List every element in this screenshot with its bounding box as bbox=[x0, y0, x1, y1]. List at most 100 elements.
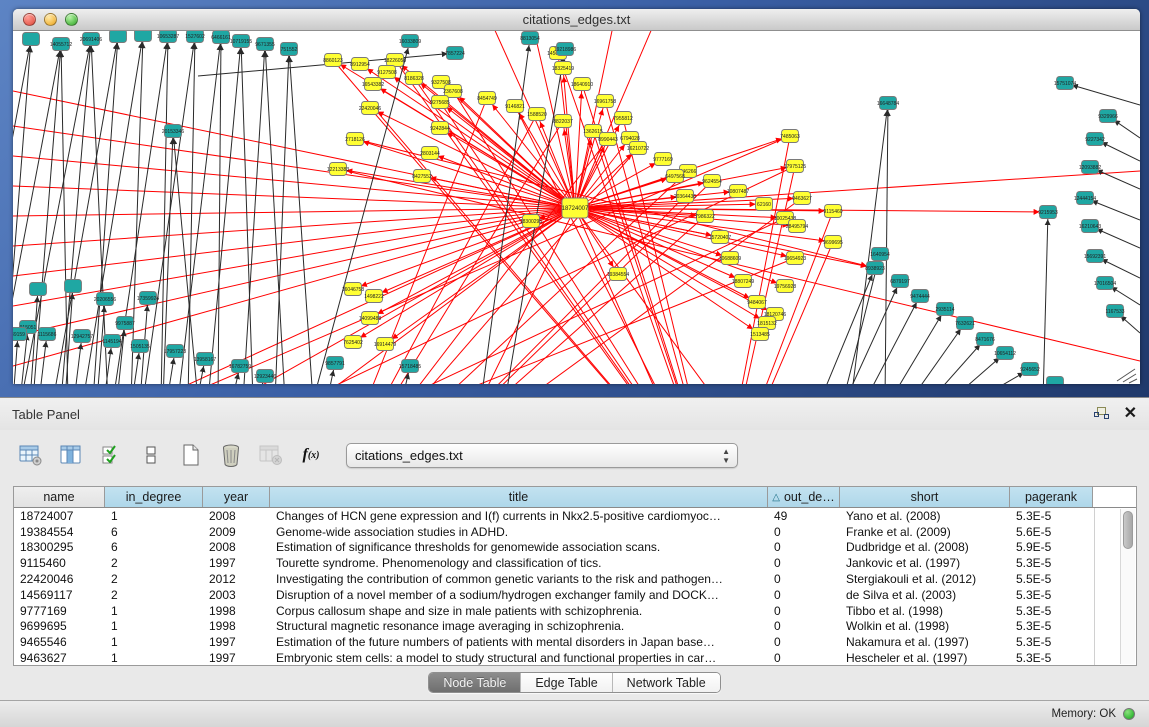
close-window-icon[interactable] bbox=[23, 13, 36, 26]
graph-node[interactable] bbox=[23, 33, 40, 46]
node-label: 6879197 bbox=[890, 279, 910, 285]
graph-node[interactable] bbox=[30, 283, 47, 296]
node-label: 9671355 bbox=[255, 42, 275, 48]
table-row[interactable]: 1830029562008Estimation of significance … bbox=[14, 540, 1136, 556]
node-label: 1640954 bbox=[870, 252, 890, 258]
network-canvas[interactable]: 1872400788601238912954182260589127508818… bbox=[13, 31, 1140, 384]
node-label: 9275685 bbox=[430, 100, 450, 106]
column-visibility-icon[interactable] bbox=[58, 442, 84, 468]
delete-column-icon[interactable] bbox=[258, 442, 284, 468]
table-cell: 2 bbox=[105, 556, 203, 570]
node-label: 9624554 bbox=[702, 179, 722, 185]
node-label: 9484067 bbox=[747, 300, 767, 306]
column-header-short[interactable]: short bbox=[840, 487, 1010, 507]
tab-edge-table[interactable]: Edge Table bbox=[521, 673, 612, 692]
column-header-title[interactable]: title bbox=[270, 487, 768, 507]
citation-edge-black bbox=[885, 103, 888, 384]
memory-status-icon[interactable] bbox=[1123, 708, 1135, 720]
table-row[interactable]: 969969511998Structural magnetic resonanc… bbox=[14, 619, 1136, 635]
node-label: 6794028 bbox=[620, 136, 640, 142]
column-header-out_de[interactable]: △out_de… bbox=[768, 487, 840, 507]
float-panel-icon[interactable] bbox=[1094, 407, 1110, 421]
node-label: 8454749 bbox=[477, 96, 497, 102]
citation-edge-black bbox=[275, 49, 289, 384]
table-row[interactable]: 977716911998Corpus callosum shape and si… bbox=[14, 603, 1136, 619]
table-cell: 9463627 bbox=[14, 651, 105, 665]
column-header-pagerank[interactable]: pagerank bbox=[1010, 487, 1093, 507]
delete-table-icon[interactable] bbox=[218, 442, 244, 468]
table-cell: Structural magnetic resonance image aver… bbox=[270, 619, 768, 633]
citation-edge-red bbox=[385, 208, 575, 344]
graph-node[interactable] bbox=[1047, 377, 1064, 385]
table-cell: 1 bbox=[105, 619, 203, 633]
node-label: 18300295 bbox=[520, 219, 542, 225]
table-cell: 1998 bbox=[203, 604, 270, 618]
column-header-in_degree[interactable]: in_degree bbox=[105, 487, 203, 507]
function-builder-icon[interactable]: f(x) bbox=[298, 442, 324, 468]
canvas-resize-grip[interactable] bbox=[1117, 369, 1137, 383]
node-label: 18640910 bbox=[571, 82, 593, 88]
table-cell: 1997 bbox=[203, 651, 270, 665]
close-panel-icon[interactable]: ✕ bbox=[1124, 407, 1137, 421]
new-table-icon[interactable] bbox=[178, 442, 204, 468]
citation-edge-black bbox=[313, 41, 410, 384]
graph-node[interactable] bbox=[110, 31, 127, 43]
table-row[interactable]: 2242004622012Investigating the contribut… bbox=[14, 571, 1136, 587]
node-label: 9777169 bbox=[653, 157, 673, 163]
table-cell: 2009 bbox=[203, 525, 270, 539]
table-cell: 0 bbox=[768, 572, 840, 586]
node-label: 28495794 bbox=[786, 224, 808, 230]
table-row[interactable]: 946554611997Estimation of the future num… bbox=[14, 634, 1136, 650]
table-cell: 5.3E-5 bbox=[1010, 588, 1093, 602]
citation-edge-black bbox=[890, 309, 945, 384]
table-row[interactable]: 946362711997Embryonic stem cells: a mode… bbox=[14, 650, 1136, 666]
table-row[interactable]: 1872400712008Changes of HCN gene express… bbox=[14, 508, 1136, 524]
node-label: 10688609 bbox=[719, 256, 741, 262]
node-label: 8822037 bbox=[553, 119, 573, 125]
sort-ascending-icon: △ bbox=[772, 492, 780, 503]
citation-edge-black bbox=[91, 39, 108, 384]
node-label: 16782759 bbox=[229, 364, 251, 370]
table-cell: 5.3E-5 bbox=[1010, 509, 1093, 523]
graph-node[interactable] bbox=[65, 280, 82, 293]
table-selector-combobox[interactable]: citations_edges.txt ▲▼ bbox=[346, 443, 738, 468]
row-display-icon[interactable] bbox=[138, 442, 164, 468]
node-label: 7632621 bbox=[955, 321, 975, 327]
window-titlebar[interactable]: citations_edges.txt bbox=[13, 9, 1140, 31]
table-cell: 1 bbox=[105, 635, 203, 649]
node-label: 9146821 bbox=[505, 104, 525, 110]
tab-node-table[interactable]: Node Table bbox=[429, 673, 521, 692]
citation-edge-black bbox=[113, 36, 168, 384]
vertical-scrollbar[interactable] bbox=[1120, 509, 1135, 664]
scrollbar-thumb[interactable] bbox=[1123, 511, 1133, 549]
table-cell: 1998 bbox=[203, 619, 270, 633]
table-row[interactable]: 1456911722003Disruption of a novel membe… bbox=[14, 587, 1136, 603]
citation-edge-black bbox=[289, 49, 313, 384]
table-settings-icon[interactable] bbox=[18, 442, 44, 468]
citation-edge-red bbox=[575, 208, 775, 314]
node-label: 9245652 bbox=[1020, 367, 1040, 373]
node-label: 9463627 bbox=[792, 196, 812, 202]
select-attributes-icon[interactable] bbox=[98, 442, 124, 468]
table-cell: 1 bbox=[105, 604, 203, 618]
column-header-name[interactable]: name bbox=[14, 487, 105, 507]
citation-edge-red bbox=[163, 218, 785, 384]
table-row[interactable]: 911546021997Tourette syndrome. Phenomeno… bbox=[14, 555, 1136, 571]
node-label: 1115686 bbox=[38, 332, 57, 338]
table-cell: Hescheler et al. (1997) bbox=[840, 651, 1010, 665]
node-label: 2935114 bbox=[935, 307, 954, 313]
node-label: 9474444 bbox=[910, 294, 930, 300]
node-label: 19218986 bbox=[554, 47, 576, 53]
table-row[interactable]: 1938455462009Genome-wide association stu… bbox=[14, 524, 1136, 540]
table-cell: 0 bbox=[768, 635, 840, 649]
graph-node[interactable] bbox=[135, 31, 152, 42]
node-label: 9699695 bbox=[823, 240, 843, 246]
column-header-year[interactable]: year bbox=[203, 487, 270, 507]
node-label: 12923446 bbox=[254, 374, 276, 380]
table-cell: 9777169 bbox=[14, 604, 105, 618]
minimize-window-icon[interactable] bbox=[44, 13, 57, 26]
zoom-window-icon[interactable] bbox=[65, 13, 78, 26]
node-label: 16914479 bbox=[374, 342, 396, 348]
node-label: 1527602 bbox=[185, 34, 205, 40]
tab-network-table[interactable]: Network Table bbox=[613, 673, 720, 692]
